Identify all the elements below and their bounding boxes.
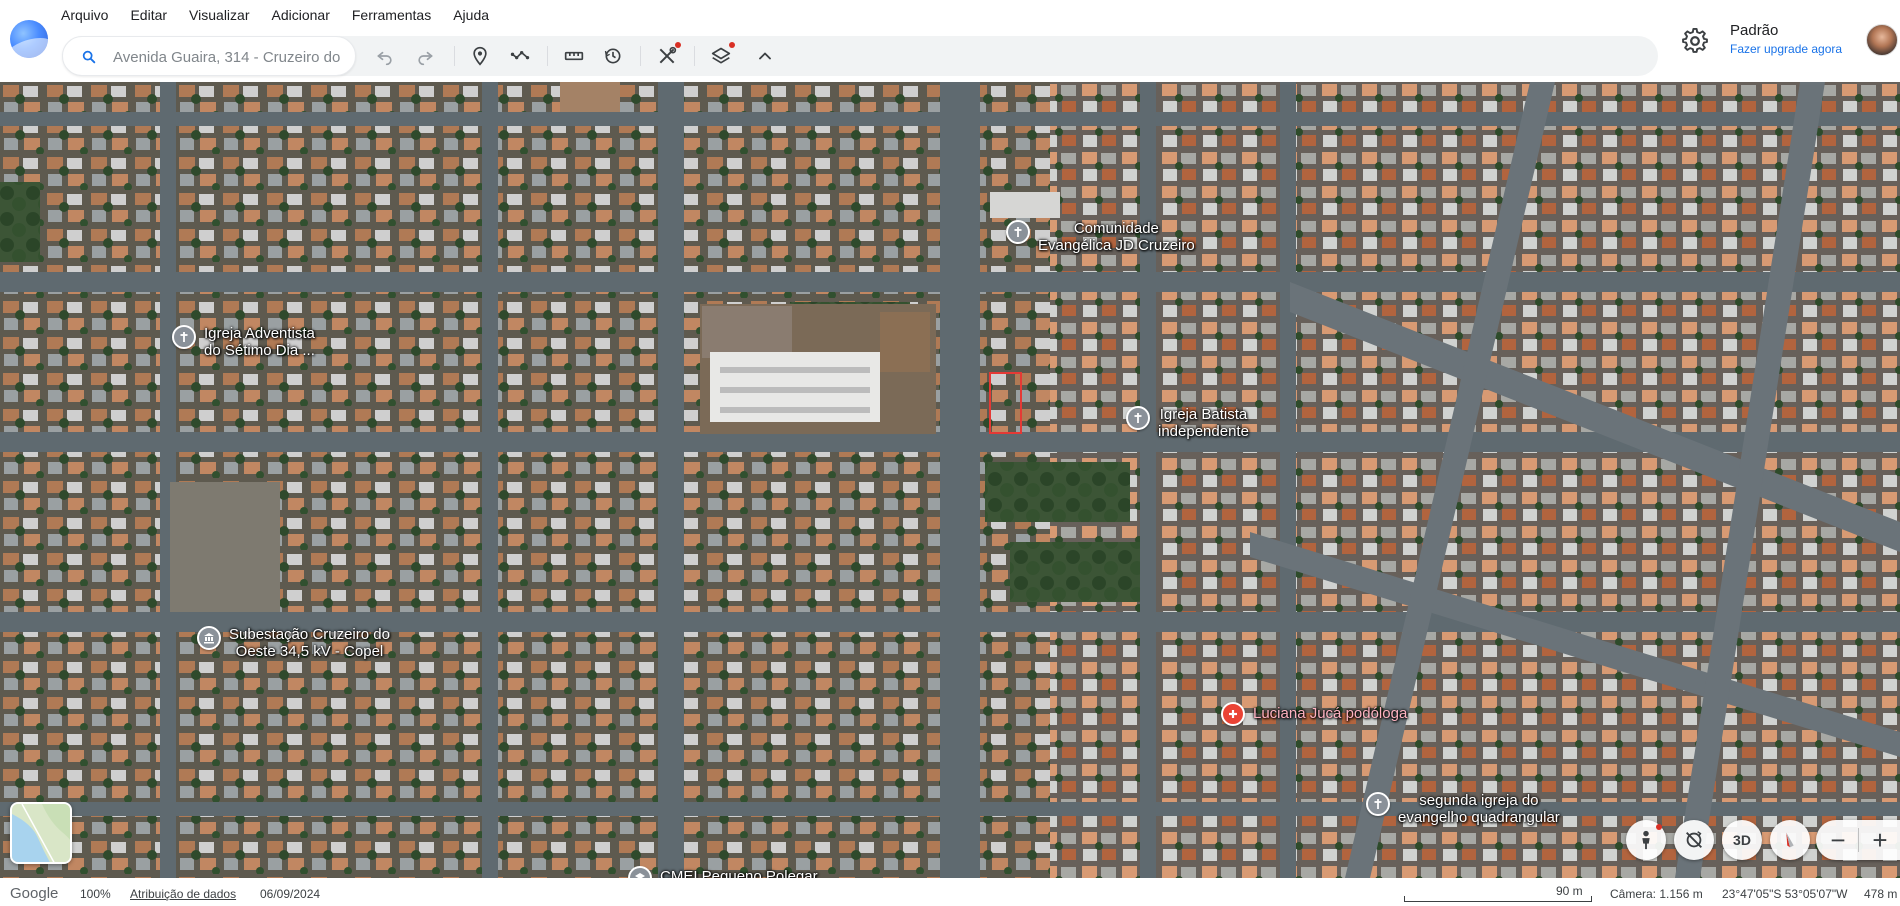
toolbar-divider	[694, 46, 695, 66]
add-path-button[interactable]	[507, 43, 533, 69]
place-subestacao[interactable]: Subestação Cruzeiro do Oeste 34,5 kV - C…	[197, 626, 390, 660]
rotate-icon	[1686, 831, 1702, 848]
camera-altitude: Câmera: 1.156 m	[1610, 887, 1703, 901]
elevation: 478 m	[1864, 887, 1898, 901]
menu-editar[interactable]: Editar	[119, 4, 178, 26]
zoom-divider	[1858, 828, 1859, 852]
search-input[interactable]	[113, 45, 353, 69]
layers-icon	[711, 47, 731, 64]
street-view-button[interactable]	[1626, 820, 1666, 860]
selection-rectangle	[989, 372, 1022, 434]
google-earth-app: Arquivo Editar Visualizar Adicionar Ferr…	[0, 0, 1900, 906]
school-icon	[628, 866, 652, 878]
satellite-map[interactable]: Comunidade Evangélica JD Cruzeiro Igreja…	[0, 82, 1900, 878]
measure-button[interactable]	[561, 43, 587, 69]
undo-button[interactable]	[372, 43, 398, 69]
church-icon	[172, 325, 196, 349]
place-comunidade-evangelica[interactable]: Comunidade Evangélica JD Cruzeiro	[1006, 220, 1195, 254]
upgrade-link[interactable]: Fazer upgrade agora	[1730, 42, 1842, 56]
place-label: segunda igreja do evangelho quadrangular	[1398, 792, 1560, 826]
menu-ferramentas[interactable]: Ferramentas	[341, 4, 442, 26]
cursor-coordinates: 23°47'05"S 53°05'07"W	[1722, 887, 1848, 901]
toolbar-divider	[547, 46, 548, 66]
status-bar: Google 100% Atribuição de dados 06/09/20…	[0, 878, 1900, 906]
place-segunda-igreja[interactable]: segunda igreja do evangelho quadrangular	[1366, 792, 1560, 826]
place-label: Luciana Jucá podóloga	[1253, 705, 1408, 722]
minimap-map-icon	[12, 804, 70, 862]
place-label: Igreja Adventista do Sétimo Dia ...	[204, 325, 315, 359]
plan-name: Padrão	[1730, 22, 1779, 39]
compass-icon	[1786, 832, 1794, 848]
notification-dot	[729, 42, 735, 48]
search-box	[62, 36, 356, 76]
data-attribution-link[interactable]: Atribuição de dados	[130, 887, 236, 901]
imagery-date: 06/09/2024	[260, 887, 321, 901]
historical-imagery-button[interactable]	[600, 43, 626, 69]
pegman-icon	[1642, 830, 1650, 850]
menu-visualizar[interactable]: Visualizar	[178, 4, 260, 26]
menu-adicionar[interactable]: Adicionar	[260, 4, 340, 26]
toolbar-divider	[454, 46, 455, 66]
collapse-toolbar-button[interactable]	[752, 43, 778, 69]
place-label: Igreja Batista independente	[1158, 406, 1249, 440]
medical-icon	[1221, 702, 1245, 726]
place-cmei-pequeno-polegar[interactable]: CMEI Pequeno Polegar	[628, 866, 818, 878]
redo-button[interactable]	[412, 43, 438, 69]
reset-tilt-button[interactable]	[1674, 820, 1714, 860]
avatar[interactable]	[1866, 24, 1898, 56]
path-icon	[510, 51, 530, 60]
redo-icon	[418, 51, 433, 66]
toggle-3d-button[interactable]: 3D	[1722, 820, 1762, 860]
place-igreja-batista[interactable]: Igreja Batista independente	[1126, 406, 1249, 440]
compass-button[interactable]	[1770, 820, 1810, 860]
historical-imagery-icon	[604, 48, 621, 64]
building-icon	[197, 626, 221, 650]
minimap[interactable]	[10, 802, 72, 864]
google-wordmark: Google	[10, 885, 59, 902]
add-placemark-button[interactable]	[467, 43, 493, 69]
menu-bar: Arquivo Editar Visualizar Adicionar Ferr…	[50, 4, 500, 26]
notification-dot	[675, 42, 681, 48]
placemark-icon	[473, 46, 487, 66]
toolbar-divider	[640, 46, 641, 66]
scale-label: 90 m	[1556, 884, 1583, 898]
zoom-controls: − +	[1816, 820, 1900, 860]
place-label: Subestação Cruzeiro do Oeste 34,5 kV - C…	[229, 626, 390, 660]
map-imagery	[0, 82, 1900, 878]
undo-icon	[377, 51, 392, 66]
tools-button[interactable]	[654, 42, 681, 69]
zoom-in-button[interactable]: +	[1860, 820, 1900, 860]
church-icon	[1366, 792, 1390, 816]
header: Arquivo Editar Visualizar Adicionar Ferr…	[0, 0, 1900, 82]
menu-arquivo[interactable]: Arquivo	[50, 4, 119, 26]
loading-percent: 100%	[80, 887, 111, 901]
place-luciana-juca-podologa[interactable]: Luciana Jucá podóloga	[1221, 702, 1407, 726]
zoom-out-button[interactable]: −	[1818, 820, 1858, 860]
layers-button[interactable]	[708, 42, 735, 69]
search-icon[interactable]	[81, 49, 97, 65]
church-icon	[1006, 220, 1030, 244]
place-igreja-adventista[interactable]: Igreja Adventista do Sétimo Dia ...	[172, 325, 315, 359]
settings-gear-icon[interactable]	[1682, 28, 1708, 54]
menu-ajuda[interactable]: Ajuda	[442, 4, 500, 26]
church-icon	[1126, 406, 1150, 430]
place-label: CMEI Pequeno Polegar	[660, 868, 818, 878]
chevron-up-icon	[759, 52, 771, 60]
toolbar	[62, 36, 1658, 76]
tools-icon	[659, 46, 677, 64]
google-earth-logo[interactable]	[10, 20, 48, 58]
measure-icon	[564, 51, 584, 61]
place-label: Comunidade Evangélica JD Cruzeiro	[1038, 220, 1195, 254]
notification-dot	[1656, 824, 1662, 830]
